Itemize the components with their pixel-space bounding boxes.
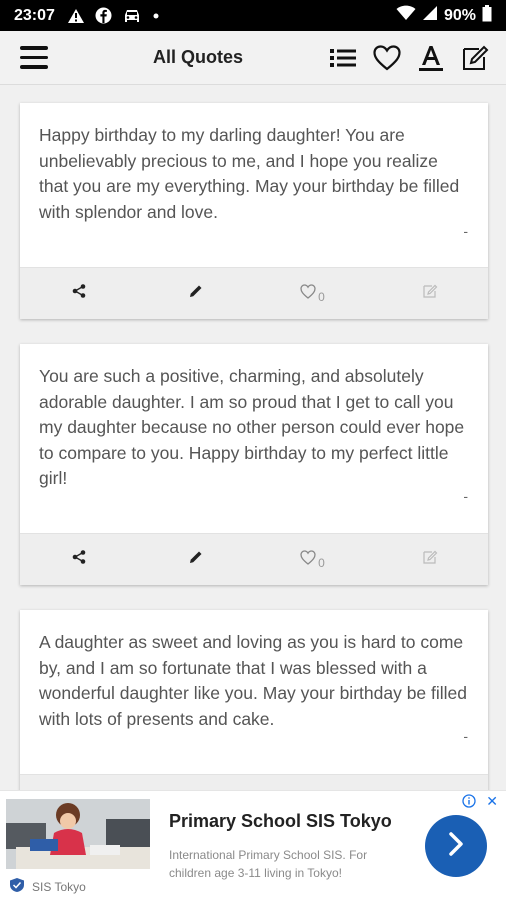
signal-icon (422, 5, 438, 26)
edit-note-button[interactable] (371, 268, 488, 319)
alert-icon (67, 8, 85, 24)
edit-icon[interactable] (460, 43, 490, 73)
share-button[interactable] (20, 534, 137, 585)
app-bar: All Quotes (0, 31, 506, 85)
like-count: 0 (318, 555, 325, 570)
card-toolbar: 0 (20, 533, 488, 585)
share-icon (71, 283, 87, 304)
quote-text: You are such a positive, charming, and a… (39, 366, 465, 488)
ad-close-icon[interactable]: ✕ (486, 793, 498, 810)
edit-note-icon (422, 549, 438, 570)
ad-open-button[interactable] (425, 815, 487, 877)
ad-source-name: SIS Tokyo (32, 879, 86, 894)
heart-outline-icon (300, 549, 316, 570)
ad-image[interactable] (6, 799, 150, 869)
ad-choices-icon[interactable] (462, 794, 476, 813)
status-bar: 23:07 90% (0, 0, 506, 31)
ad-title[interactable]: Primary School SIS Tokyo (169, 811, 392, 832)
quote-card: Happy birthday to my darling daughter! Y… (20, 103, 488, 319)
pencil-icon (188, 549, 204, 570)
quote-text: Happy birthday to my darling daughter! Y… (39, 125, 460, 222)
like-count: 0 (318, 289, 325, 304)
quote-card: A daughter as sweet and loving as you is… (20, 610, 488, 790)
quote-card: You are such a positive, charming, and a… (20, 344, 488, 585)
share-icon (71, 549, 87, 570)
edit-note-button[interactable] (371, 534, 488, 585)
ad-source: SIS Tokyo (8, 877, 86, 896)
edit-quote-button[interactable] (137, 268, 254, 319)
quote-author: - (463, 488, 468, 504)
share-button[interactable] (20, 775, 137, 790)
edit-quote-button[interactable] (137, 775, 254, 790)
wifi-icon (396, 5, 416, 26)
ad-banner[interactable]: ✕ Primary School SIS Tokyo International… (0, 790, 506, 900)
edit-note-button[interactable] (371, 775, 488, 790)
ad-description: International Primary School SIS. For ch… (169, 848, 368, 880)
dot-icon (152, 12, 160, 20)
battery-icon (482, 4, 492, 27)
page-title: All Quotes (152, 47, 243, 67)
card-toolbar (20, 774, 488, 790)
quote-author: - (463, 223, 468, 239)
quote-feed[interactable]: Happy birthday to my darling daughter! Y… (0, 85, 506, 790)
quote-author: - (463, 728, 468, 744)
pencil-icon (188, 283, 204, 304)
status-time: 23:07 (14, 6, 55, 24)
card-toolbar: 0 (20, 267, 488, 319)
car-icon (122, 8, 142, 24)
like-button[interactable]: 0 (254, 268, 371, 319)
shield-icon (8, 877, 26, 896)
like-button[interactable]: 0 (254, 534, 371, 585)
like-button[interactable] (254, 775, 371, 790)
edit-note-icon (422, 283, 438, 304)
edit-quote-button[interactable] (137, 534, 254, 585)
share-button[interactable] (20, 268, 137, 319)
battery-percent: 90% (443, 6, 476, 24)
font-icon[interactable] (416, 43, 446, 73)
heart-outline-icon (300, 283, 316, 304)
chevron-right-icon (444, 830, 468, 863)
facebook-icon (95, 7, 112, 24)
quote-text: A daughter as sweet and loving as you is… (39, 632, 468, 729)
